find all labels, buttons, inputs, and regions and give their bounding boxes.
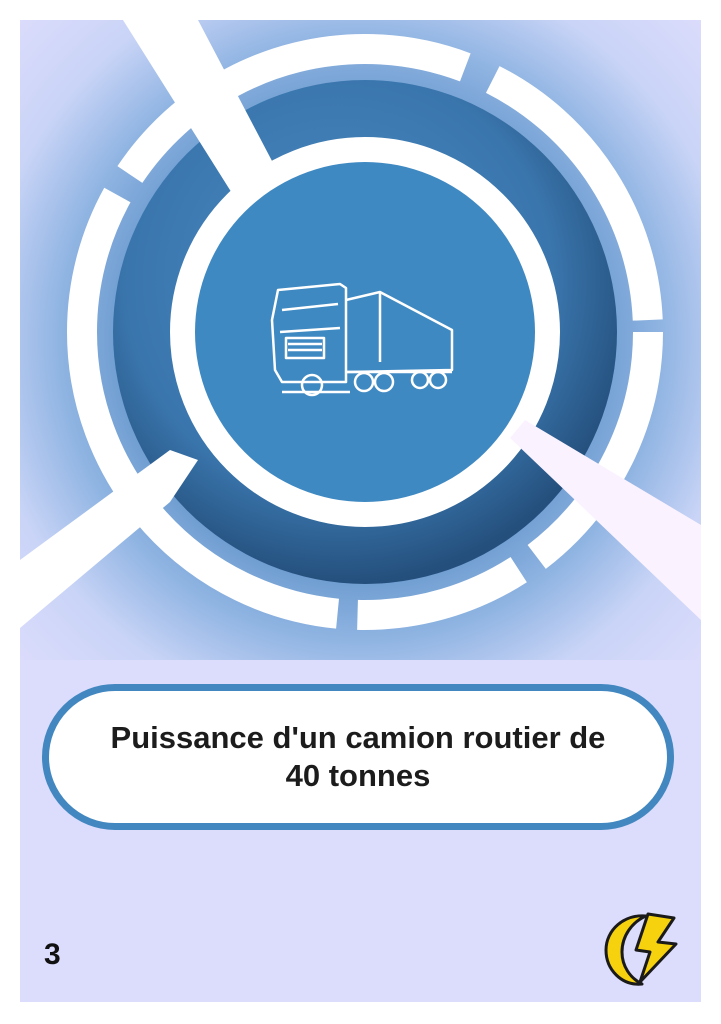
illustration	[20, 20, 701, 630]
card-number: 3	[44, 938, 61, 971]
card-label-box: Puissance d'un camion routier de 40 tonn…	[42, 684, 674, 830]
card: Puissance d'un camion routier de 40 tonn…	[20, 20, 701, 1002]
beam-right	[510, 420, 701, 620]
center-disc	[195, 162, 535, 502]
card-title: Puissance d'un camion routier de 40 tonn…	[110, 720, 606, 793]
energy-moon-bolt-icon	[604, 912, 678, 986]
